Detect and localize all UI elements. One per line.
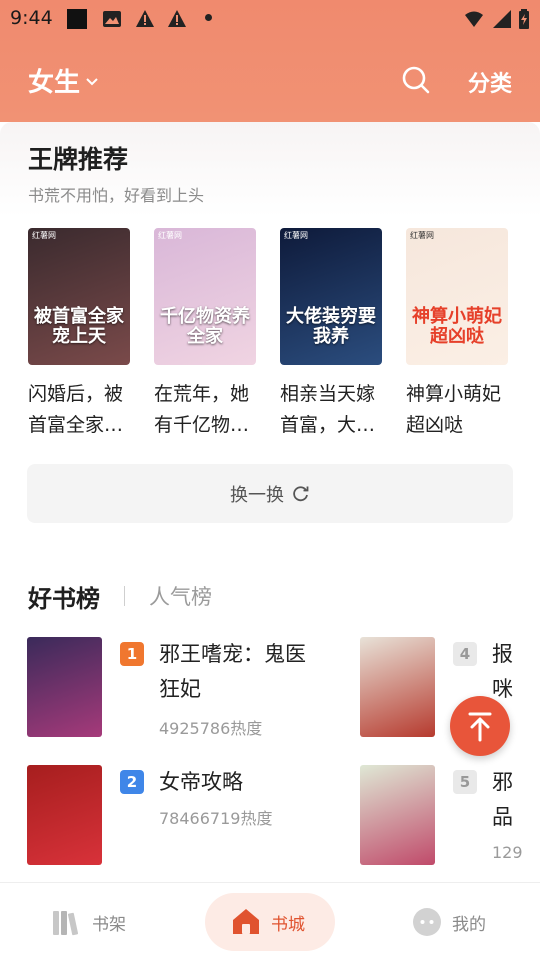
tab-divider (124, 586, 125, 606)
refresh-icon (293, 485, 309, 501)
chevron-down-icon (86, 77, 98, 85)
bottom-nav: 书架 书城 我的 (0, 882, 540, 960)
cover-title: 千亿物资养全家 (160, 306, 250, 347)
book-cover: 红薯网 神算小萌妃超凶哒 (406, 228, 508, 365)
arrow-up-icon (468, 712, 492, 742)
more-notifications-icon (205, 14, 212, 21)
warning-icon (168, 10, 186, 27)
book-cover: 红薯网 千亿物资养全家 (154, 228, 256, 365)
cover-tag: 红薯网 (410, 231, 434, 240)
ranking-title: 邪王嗜宠：鬼医狂妃 (159, 642, 306, 701)
refresh-label: 换一换 (230, 484, 284, 506)
wifi-icon (465, 11, 483, 27)
bookstore-content: 王牌推荐 书荒不用怕，好看到上头 红薯网 被首富全家宠上天 闪婚后，被首富全家宠… (0, 122, 540, 882)
book-card[interactable]: 红薯网 千亿物资养全家 在荒年，她有千亿物资养全家 (154, 228, 256, 441)
section-title: 王牌推荐 (28, 145, 129, 174)
ranking-title: 邪品 (492, 770, 513, 829)
cover-title: 神算小萌妃超凶哒 (412, 306, 502, 347)
tab-popular[interactable]: 人气榜 (149, 581, 212, 611)
book-title: 相亲当天嫁首富，大佬装穷要我养 (280, 383, 376, 436)
gender-label: 女生 (28, 68, 81, 98)
ranking-tabs: 好书榜 人气榜 (28, 578, 212, 614)
ranking-item[interactable]: 1 邪王嗜宠：鬼医狂妃 4925786热度 (27, 637, 327, 739)
home-icon (233, 909, 259, 934)
nav-bookshelf[interactable]: 书架 (50, 893, 126, 951)
nav-label: 我的 (452, 914, 486, 935)
ranking-title: 女帝攻略 (159, 770, 243, 794)
ranking-heat: 78466719热度 (159, 809, 273, 828)
refresh-button[interactable]: 换一换 (27, 464, 513, 523)
section-subtitle: 书荒不用怕，好看到上头 (28, 186, 205, 205)
cover-title: 被首富全家宠上天 (34, 306, 124, 347)
book-title: 在荒年，她有千亿物资养全家 (154, 383, 250, 436)
ranking-item[interactable]: 5 邪品 129 (360, 765, 540, 867)
signal-icon (493, 10, 511, 28)
nav-profile[interactable]: 我的 (412, 893, 486, 951)
nav-label: 书城 (271, 914, 305, 935)
search-icon[interactable] (402, 66, 430, 94)
book-card[interactable]: 红薯网 大佬装穷要我养 相亲当天嫁首富，大佬装穷要我养 (280, 228, 382, 441)
cover-tag: 红薯网 (158, 231, 182, 240)
ranking-cover (27, 765, 102, 865)
ranking-item[interactable]: 2 女帝攻略 78466719热度 (27, 765, 327, 867)
nav-bar: 女生 分类 (0, 48, 540, 108)
battery-icon (519, 9, 529, 29)
ranking-heat: 4925786热度 (159, 719, 263, 738)
gender-switch[interactable]: 女生 (28, 62, 100, 99)
cover-title: 大佬装穷要我养 (286, 306, 376, 347)
image-icon (103, 11, 121, 27)
status-bar: 9:44 (0, 0, 540, 36)
book-card[interactable]: 红薯网 神算小萌妃超凶哒 神算小萌妃超凶哒 (406, 228, 508, 441)
book-cover: 红薯网 大佬装穷要我养 (280, 228, 382, 365)
ranking-cover (360, 637, 435, 737)
top-bar: 9:44 女生 分类 (0, 0, 540, 122)
status-time: 9:44 (10, 7, 53, 29)
ranking-cover (27, 637, 102, 737)
ranking-heat: 129 (492, 843, 523, 862)
tab-good-books[interactable]: 好书榜 (28, 579, 100, 614)
rank-badge: 5 (453, 770, 477, 794)
rank-badge: 2 (120, 770, 144, 794)
cover-tag: 红薯网 (32, 231, 56, 240)
profile-icon (413, 908, 441, 936)
warning-icon (136, 10, 154, 27)
recommend-book-list: 红薯网 被首富全家宠上天 闪婚后，被首富全家宠上天 红薯网 千亿物资养全家 在荒… (28, 228, 528, 448)
nav-label: 书架 (92, 914, 126, 935)
book-title: 闪婚后，被首富全家宠上天 (28, 383, 124, 436)
category-button[interactable]: 分类 (468, 66, 512, 98)
cover-tag: 红薯网 (284, 231, 308, 240)
book-title: 神算小萌妃超凶哒 (406, 383, 502, 436)
back-to-top-button[interactable] (450, 696, 510, 756)
app-notification-icon (67, 9, 87, 29)
book-cover: 红薯网 被首富全家宠上天 (28, 228, 130, 365)
nav-bookstore[interactable]: 书城 (205, 893, 335, 951)
rank-badge: 4 (453, 642, 477, 666)
bookshelf-icon (53, 911, 79, 936)
rank-badge: 1 (120, 642, 144, 666)
ranking-cover (360, 765, 435, 865)
book-card[interactable]: 红薯网 被首富全家宠上天 闪婚后，被首富全家宠上天 (28, 228, 130, 441)
